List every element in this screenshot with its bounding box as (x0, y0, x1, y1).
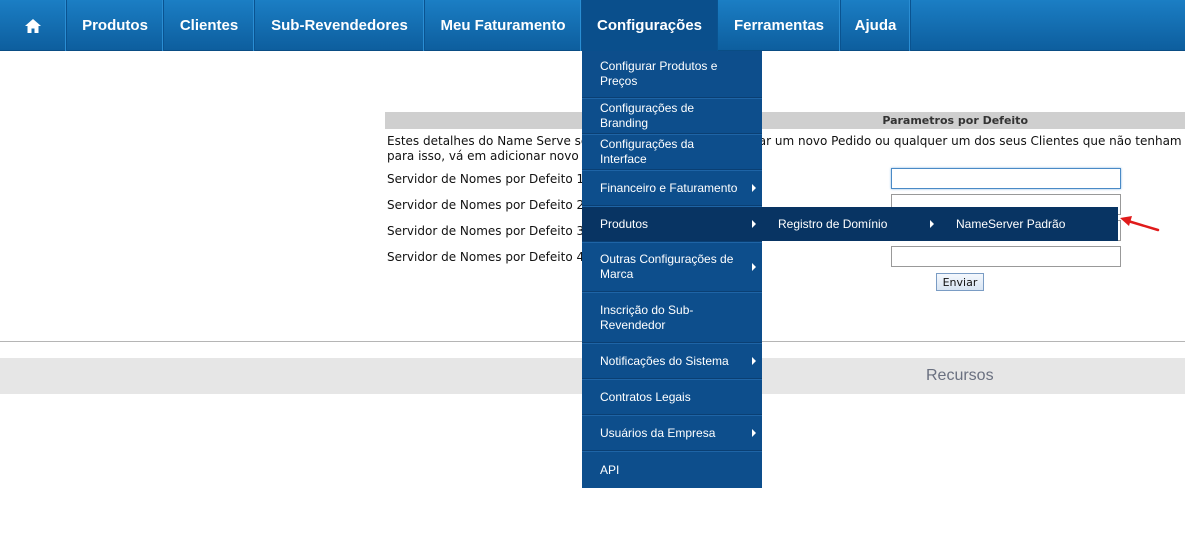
chevron-right-icon (930, 220, 934, 228)
menu-item-inscricao[interactable]: Inscrição do Sub-Revendedor (582, 293, 762, 343)
nameserver-label-2: Servidor de Nomes por Defeito 2 (387, 198, 585, 212)
menu-item-label: Produtos (600, 216, 649, 231)
form-header: Parametros por Defeito (385, 112, 1185, 129)
menu-item-produtos[interactable]: Produtos (582, 207, 762, 242)
nameserver-label-1: Servidor de Nomes por Defeito 1 (387, 172, 585, 186)
chevron-right-icon (752, 220, 756, 228)
nav-clientes[interactable]: Clientes (164, 0, 255, 51)
nameserver-label-4: Servidor de Nomes por Defeito 4 (387, 250, 585, 264)
chevron-right-icon (752, 357, 756, 365)
menu-item-configurar-produtos[interactable]: Configurar Produtos e Preços (582, 51, 762, 98)
nameserver-label-3: Servidor de Nomes por Defeito 3 (387, 224, 585, 238)
menu-item-label: API (600, 462, 620, 477)
submenu-item-label: NameServer Padrão (956, 217, 1066, 231)
annotation-arrow-icon (1120, 216, 1160, 232)
menu-item-label: Usuários da Empresa (600, 425, 716, 440)
nameserver-input-1[interactable] (891, 168, 1121, 189)
menu-item-branding[interactable]: Configurações de Branding (582, 99, 762, 134)
nav-ajuda[interactable]: Ajuda (841, 0, 911, 51)
menu-item-notificacoes[interactable]: Notificações do Sistema (582, 344, 762, 379)
menu-item-label: Financeiro e Faturamento (600, 180, 738, 195)
menu-item-label: Configurar Produtos e Preços (600, 59, 718, 88)
submenu-item-label: Registro de Domínio (778, 217, 888, 231)
submenu-produtos: Registro de Domínio (762, 207, 940, 241)
top-nav: Produtos Clientes Sub-Revendedores Meu F… (0, 0, 1185, 51)
menu-item-label: Outras Configurações de Marca (600, 252, 734, 281)
resources-label[interactable]: Recursos (926, 367, 994, 385)
submit-button[interactable]: Enviar (936, 273, 984, 291)
menu-item-api[interactable]: API (582, 452, 762, 488)
menu-item-interface[interactable]: Configurações da Interface (582, 135, 762, 170)
nav-configuracoes[interactable]: Configurações (582, 0, 718, 51)
chevron-right-icon (752, 263, 756, 271)
form-description-line2: para isso, vá em adicionar novo p (387, 149, 591, 163)
menu-item-usuarios[interactable]: Usuários da Empresa (582, 416, 762, 451)
nav-produtos[interactable]: Produtos (67, 0, 164, 51)
menu-item-financeiro[interactable]: Financeiro e Faturamento (582, 171, 762, 206)
nav-home[interactable] (0, 0, 67, 51)
submenu-item-nameserver-padrao[interactable]: NameServer Padrão (940, 207, 1118, 241)
form-description-line1: Estes detalhes do Name Serve ser diciona… (387, 134, 1182, 148)
chevron-right-icon (752, 429, 756, 437)
chevron-right-icon (752, 184, 756, 192)
nameserver-input-4[interactable] (891, 246, 1121, 267)
menu-item-label: Notificações do Sistema (600, 353, 729, 368)
submenu-item-registro-dominio[interactable]: Registro de Domínio (762, 207, 940, 241)
menu-item-label: Inscrição do Sub-Revendedor (600, 302, 694, 332)
nav-ferramentas[interactable]: Ferramentas (718, 0, 841, 51)
nav-meu-faturamento[interactable]: Meu Faturamento (425, 0, 582, 51)
home-icon (25, 18, 41, 33)
submenu-registro-dominio: NameServer Padrão (940, 207, 1118, 241)
menu-item-contratos[interactable]: Contratos Legais (582, 380, 762, 415)
menu-item-label: Configurações da Interface (600, 137, 695, 166)
menu-item-label: Contratos Legais (600, 389, 691, 404)
nav-sub-revendedores[interactable]: Sub-Revendedores (255, 0, 425, 51)
menu-item-outras-configuracoes[interactable]: Outras Configurações de Marca (582, 243, 762, 292)
menu-item-label: Configurações de Branding (600, 101, 695, 130)
configuracoes-dropdown: Configurar Produtos e Preços Configuraçõ… (582, 51, 762, 488)
